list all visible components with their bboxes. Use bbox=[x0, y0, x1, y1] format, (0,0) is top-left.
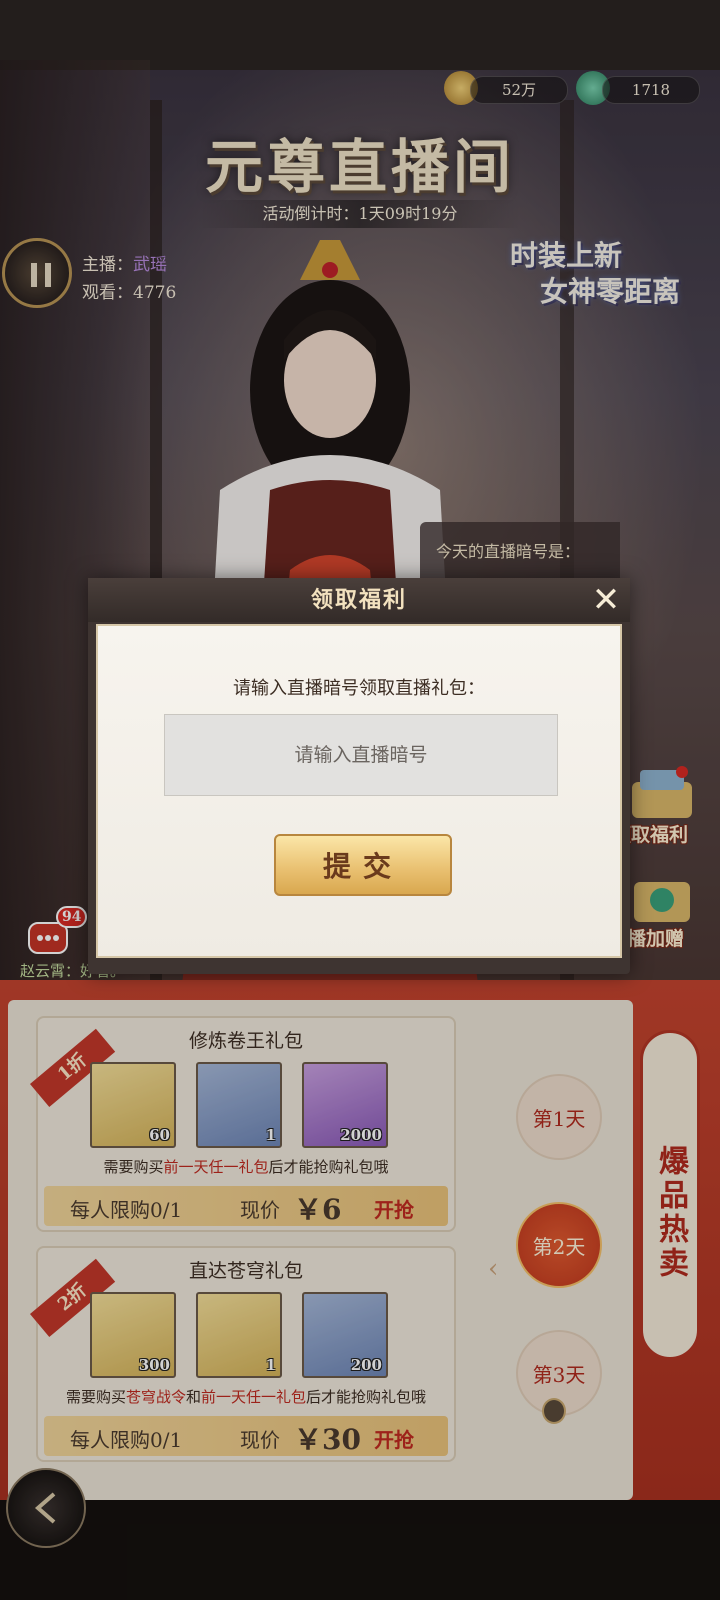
gift-card: 2折 直达苍穹礼包 300 1 200 需要购买苍穹战令和前一天任一礼包后才能抢… bbox=[30, 1246, 456, 1462]
gift-title: 修炼卷王礼包 bbox=[188, 1030, 303, 1052]
pause-icon[interactable] bbox=[31, 263, 51, 287]
brush-icon[interactable]: 1 bbox=[196, 1062, 282, 1148]
buy-bar: 每人限购0/1 现价 ￥6 开抢 bbox=[44, 1186, 448, 1226]
live-room-screen: 52万 1718 元尊直播间 活动倒计时：1天09时19分 主播：武瑶 观看：4… bbox=[0, 0, 720, 1600]
purchase-requirement: 需要购买前一天任一礼包后才能抢购礼包哦 bbox=[38, 1156, 454, 1177]
gift-title: 直达苍穹礼包 bbox=[188, 1260, 303, 1282]
note-text: 需要购买 bbox=[65, 1388, 126, 1406]
day-1-tab[interactable]: 第1天 bbox=[516, 1074, 602, 1160]
back-arrow-icon bbox=[34, 1492, 56, 1524]
buy-button[interactable]: 开抢 bbox=[374, 1424, 414, 1453]
buy-button[interactable]: 开抢 bbox=[374, 1194, 414, 1223]
price-label: 现价 bbox=[240, 1198, 280, 1222]
viewer-count: 4776 bbox=[133, 283, 177, 303]
chat-unread-badge: 94 bbox=[56, 906, 88, 928]
live-gift-icon[interactable] bbox=[622, 864, 702, 928]
day-2-tab[interactable]: 第2天 bbox=[516, 1202, 602, 1288]
purchase-limit: 每人限购0/1 bbox=[70, 1198, 183, 1222]
note-highlight: 前一天任一礼包 bbox=[163, 1158, 269, 1176]
live-code-input[interactable] bbox=[164, 714, 558, 796]
viewers-label: 观看： bbox=[82, 283, 133, 303]
back-button[interactable] bbox=[6, 1468, 86, 1548]
host-info: 主播：武瑶 观看：4776 bbox=[0, 236, 200, 310]
host-label: 主播： bbox=[82, 255, 133, 275]
item-quantity: 300 bbox=[138, 1356, 170, 1374]
slogan-line-1: 时装上新 bbox=[510, 239, 623, 272]
note-highlight: 前一天任一礼包 bbox=[201, 1388, 307, 1406]
gift-card: 1折 修炼卷王礼包 60 1 2000 需要购买前一天任一礼包后才能抢购礼包哦 … bbox=[30, 1016, 456, 1232]
dialog-body: 请输入直播暗号领取直播礼包： 提交 bbox=[96, 624, 622, 958]
purchase-requirement: 需要购买苍穹战令和前一天任一礼包后才能抢购礼包哦 bbox=[38, 1386, 454, 1407]
chevron-left-icon: ‹ bbox=[488, 1254, 499, 1284]
code-hint-text: 今天的直播暗号是： bbox=[436, 542, 581, 561]
claim-welfare-dialog: 领取福利 ✕ 请输入直播暗号领取直播礼包： 提交 bbox=[88, 578, 630, 974]
potion-bottle-icon[interactable]: 200 bbox=[302, 1292, 388, 1378]
item-quantity: 60 bbox=[149, 1126, 170, 1144]
submit-button[interactable]: 提交 bbox=[274, 834, 452, 896]
purple-crystal-icon[interactable]: 2000 bbox=[302, 1062, 388, 1148]
note-text: 和 bbox=[185, 1388, 201, 1406]
jade-dragon-icon[interactable]: 300 bbox=[90, 1292, 176, 1378]
slogan-line-2: 女神零距离 bbox=[540, 275, 681, 308]
close-icon[interactable]: ✕ bbox=[588, 582, 624, 618]
code-prompt: 请输入直播暗号领取直播礼包： bbox=[233, 678, 485, 699]
note-text: 后才能抢购礼包哦 bbox=[268, 1158, 389, 1176]
treasure-chest-icon[interactable]: 1 bbox=[196, 1292, 282, 1378]
item-quantity: 200 bbox=[350, 1356, 382, 1374]
jade-counter: 1718 bbox=[602, 76, 700, 104]
host-name: 武瑶 bbox=[133, 255, 167, 275]
page-title: 元尊直播间 bbox=[204, 133, 515, 201]
price-label: 现价 bbox=[240, 1428, 280, 1452]
hot-sale-banner[interactable]: 爆品热卖 bbox=[640, 1030, 700, 1360]
price: ￥6 bbox=[294, 1193, 342, 1226]
item-quantity: 1 bbox=[265, 1356, 276, 1374]
gift-panel: 1折 修炼卷王礼包 60 1 2000 需要购买前一天任一礼包后才能抢购礼包哦 … bbox=[0, 980, 720, 1520]
note-highlight: 苍穹战令 bbox=[125, 1388, 186, 1406]
event-countdown: 活动倒计时：1天09时19分 bbox=[200, 200, 520, 228]
jade-dragon-icon[interactable]: 60 bbox=[90, 1062, 176, 1148]
bottom-bar bbox=[0, 1500, 720, 1600]
purchase-limit: 每人限购0/1 bbox=[70, 1428, 183, 1452]
claim-welfare-icon[interactable] bbox=[622, 762, 702, 826]
host-avatar[interactable] bbox=[2, 238, 72, 308]
note-text: 后才能抢购礼包哦 bbox=[306, 1388, 427, 1406]
dialog-title: 领取福利 bbox=[310, 587, 407, 613]
note-text: 需要购买 bbox=[103, 1158, 164, 1176]
price: ￥30 bbox=[294, 1423, 361, 1456]
buy-bar: 每人限购0/1 现价 ￥30 开抢 bbox=[44, 1416, 448, 1456]
item-quantity: 2000 bbox=[340, 1126, 382, 1144]
today-code-hint: 今天的直播暗号是： bbox=[420, 522, 620, 586]
item-quantity: 1 bbox=[265, 1126, 276, 1144]
lock-icon bbox=[542, 1398, 566, 1424]
coin-counter: 52万 bbox=[470, 76, 568, 104]
